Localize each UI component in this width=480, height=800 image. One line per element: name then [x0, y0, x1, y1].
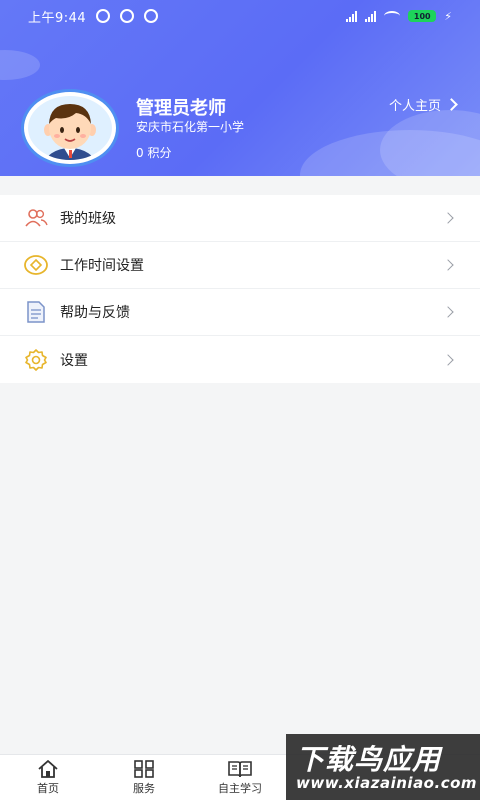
- watermark-title: 下载鸟应用: [296, 743, 442, 776]
- watermark-url: www.xiazainiao.com: [296, 774, 478, 792]
- settings-menu: 我的班级 工作时间设置 帮助与反馈 设置: [0, 195, 480, 383]
- document-icon: [24, 300, 48, 324]
- chevron-right-icon: [445, 98, 458, 111]
- menu-item-my-class[interactable]: 我的班级: [0, 195, 480, 242]
- menu-item-help-feedback[interactable]: 帮助与反馈: [0, 289, 480, 336]
- decor-cloud: [0, 50, 40, 80]
- menu-item-label: 设置: [60, 352, 88, 369]
- nav-tab-label: 服务: [133, 781, 155, 795]
- menu-item-label: 我的班级: [60, 211, 116, 227]
- nav-tab-services[interactable]: 服务: [96, 755, 192, 800]
- homepage-link-label: 个人主页: [388, 99, 441, 114]
- wifi-icon: [384, 11, 401, 21]
- book-icon: [228, 760, 252, 778]
- status-time: 上午9:44: [28, 10, 87, 26]
- avatar[interactable]: [24, 92, 116, 164]
- signal-icon: [365, 10, 377, 22]
- chevron-right-icon: [442, 259, 454, 271]
- signal-icon: [346, 10, 358, 22]
- chevron-right-icon: [442, 353, 454, 366]
- nav-tab-label: 首页: [37, 781, 59, 795]
- home-icon: [37, 759, 59, 778]
- points-count: 0 积分: [136, 146, 172, 160]
- coin-icon: [24, 253, 48, 277]
- status-bar: 上午9:44 100 ⚡: [0, 0, 480, 32]
- avatar-illustration: [44, 104, 96, 160]
- menu-item-settings[interactable]: 设置: [0, 336, 480, 383]
- chevron-right-icon: [442, 212, 454, 224]
- grid-icon: [134, 759, 154, 778]
- menu-item-label: 工作时间设置: [60, 258, 144, 274]
- user-name: 管理员老师: [136, 98, 226, 119]
- nav-tab-label: 自主学习: [218, 781, 262, 795]
- alarm-icon: [96, 9, 111, 23]
- battery-icon: 100: [408, 10, 437, 22]
- gear-icon: [24, 348, 48, 372]
- notification-icon: [120, 9, 135, 23]
- decor-cloud: [380, 110, 480, 176]
- menu-item-work-time[interactable]: 工作时间设置: [0, 242, 480, 289]
- personal-homepage-link[interactable]: 个人主页: [388, 95, 458, 114]
- chevron-right-icon: [442, 306, 454, 318]
- nav-tab-home[interactable]: 首页: [0, 755, 96, 800]
- menu-item-label: 帮助与反馈: [60, 305, 130, 321]
- nav-tab-self-study[interactable]: 自主学习: [192, 755, 288, 800]
- users-icon: [24, 206, 48, 230]
- profile-header: 上午9:44 100 ⚡ 管理员老师 安庆市石化第一小学 0 积分 个人主页: [0, 0, 480, 176]
- notification-icon: [144, 9, 159, 23]
- school-name: 安庆市石化第一小学: [136, 120, 245, 134]
- charging-icon: ⚡: [444, 9, 452, 23]
- watermark: 下载鸟应用 www.xiazainiao.com: [286, 734, 480, 800]
